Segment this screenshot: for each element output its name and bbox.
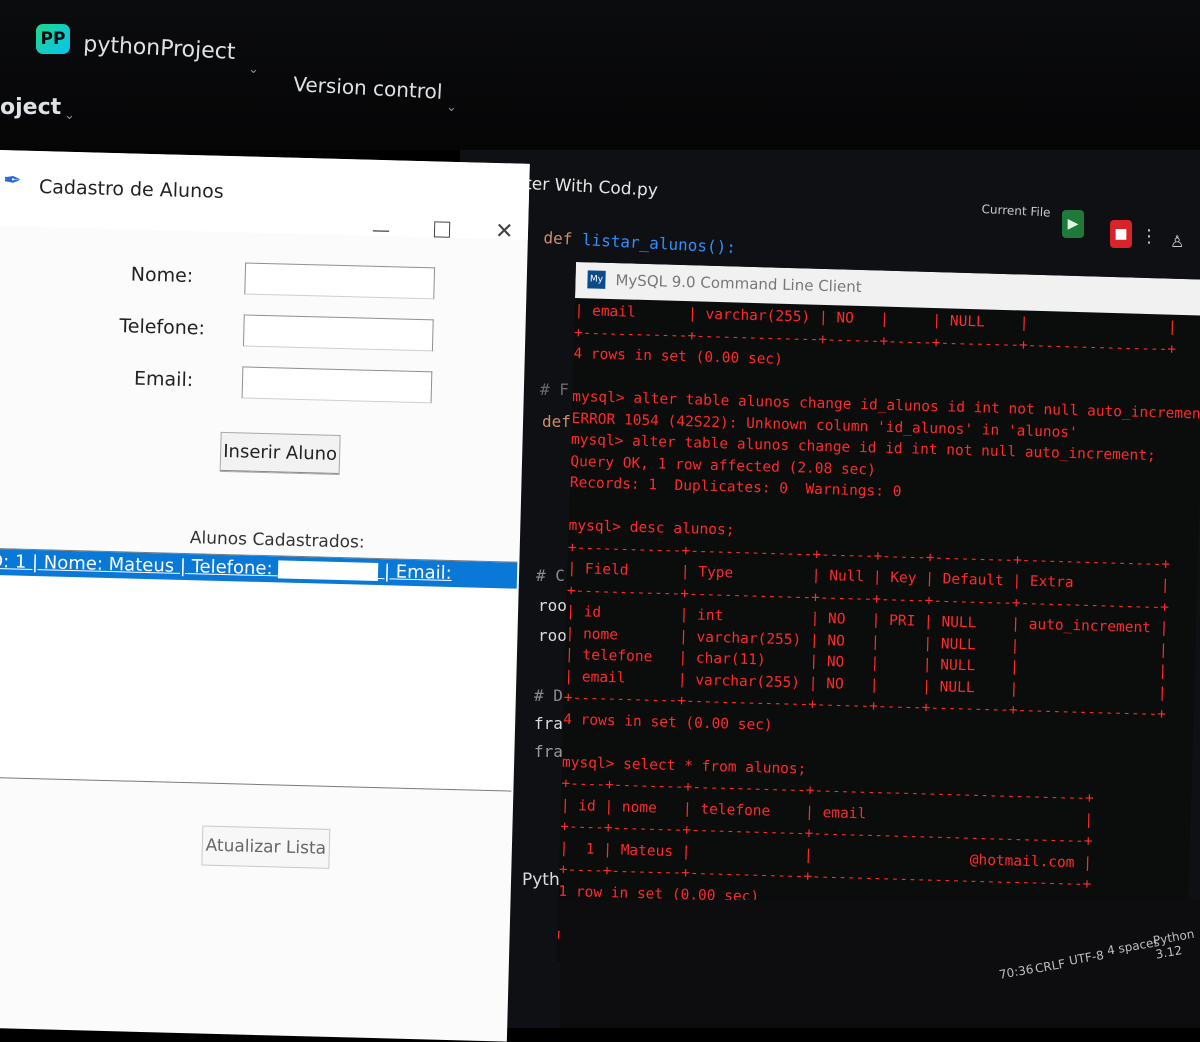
list-item[interactable]: D: 1 | Nome: Mateus | Telefone: | Email:	[0, 548, 518, 589]
version-control-menu[interactable]: Version control	[293, 72, 443, 104]
minimize-button[interactable]: —	[372, 220, 391, 241]
project-logo-icon: PP	[36, 24, 70, 54]
code-fragment: # F	[540, 380, 569, 399]
code-fragment: def	[542, 412, 571, 431]
more-options-icon[interactable]: ⋮	[1140, 226, 1158, 247]
tkinter-window: ✒ Cadastro de Alunos — ✕ Nome: Telefone:…	[0, 150, 530, 1042]
code-fragment: # D	[534, 686, 563, 705]
chevron-down-icon[interactable]: ⌄	[64, 108, 75, 123]
code-fragment: fra	[534, 742, 563, 761]
telefone-input[interactable]	[242, 314, 434, 352]
list-item-text: D: 1 | Nome: Mateus | Telefone:	[0, 550, 279, 580]
refresh-list-button[interactable]: Atualizar Lista	[201, 825, 331, 869]
console-line: 4 rows in set (0.00 sec)	[573, 345, 784, 368]
console-line: mysql> desc alunos;	[568, 517, 735, 539]
nome-label: Nome:	[130, 263, 194, 288]
run-button[interactable]: ▶	[1062, 210, 1084, 238]
redacted-phone	[278, 560, 379, 582]
line-ending[interactable]: CRLF	[1034, 957, 1066, 976]
project-selector[interactable]: pythonProject	[83, 32, 236, 65]
code-punct: ():	[706, 236, 737, 258]
list-title: Alunos Cadastrados:	[189, 528, 365, 553]
window-titlebar: ✒ Cadastro de Alunos — ✕	[0, 150, 530, 244]
nome-input[interactable]	[244, 262, 436, 300]
insert-student-button[interactable]: Inserir Aluno	[219, 431, 341, 476]
code-fragment: # C	[536, 566, 565, 585]
window-title: Cadastro de Alunos	[38, 176, 224, 203]
cursor-position[interactable]: 70:36	[998, 962, 1034, 982]
code-fragment: roo	[538, 596, 567, 615]
students-listbox[interactable]: D: 1 | Nome: Mateus | Telefone: | Email:	[0, 547, 518, 792]
console-fragment: Pyth	[522, 870, 560, 890]
email-label: Email:	[133, 367, 194, 392]
close-button[interactable]: ✕	[495, 219, 514, 244]
console-line: 4 rows in set (0.00 sec)	[563, 711, 773, 734]
code-keyword: def	[543, 228, 573, 249]
stop-button[interactable]: ■	[1110, 220, 1132, 248]
window-title: MySQL 9.0 Command Line Client	[615, 271, 862, 296]
project-panel-title[interactable]: oject	[0, 95, 61, 120]
file-encoding[interactable]: UTF-8	[1068, 948, 1105, 968]
code-fragment: roo	[538, 626, 567, 645]
ide-toolbar: PP pythonProject ⌄ Version control ⌄ oje…	[0, 0, 1200, 150]
list-item-email: | Email:	[377, 561, 453, 584]
chevron-down-icon[interactable]: ⌄	[248, 62, 259, 77]
mysql-icon: My	[587, 270, 606, 289]
mysql-console-window[interactable]: My MySQL 9.0 Command Line Client | email…	[556, 262, 1200, 980]
user-icon[interactable]: ♙	[1170, 232, 1184, 251]
maximize-button[interactable]	[433, 221, 451, 238]
ide-status-bar: 70:36 CRLF UTF-8 4 spaces Python 3.12	[560, 900, 1200, 1028]
email-input[interactable]	[241, 366, 433, 404]
chevron-down-icon[interactable]: ⌄	[446, 100, 457, 115]
telefone-label: Telefone:	[119, 315, 206, 340]
feather-icon: ✒	[2, 168, 22, 194]
code-fragment: fra	[534, 714, 563, 733]
interpreter[interactable]: Python 3.12	[1152, 926, 1200, 962]
